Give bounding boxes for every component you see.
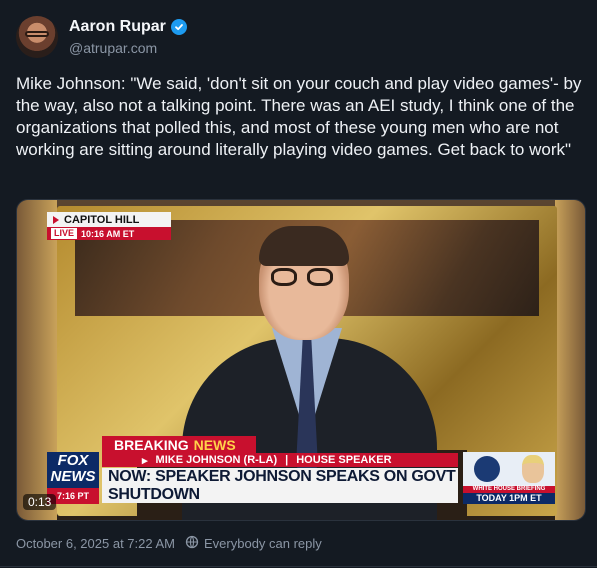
reply-setting-label: Everybody can reply — [204, 536, 322, 551]
breaking-news-label: NEWS — [193, 436, 236, 453]
post-date[interactable]: October 6, 2025 at 7:22 AM — [16, 536, 175, 551]
name-title-band: ▸ MIKE JOHNSON (R-LA) | HOUSE SPEAKER — [102, 453, 458, 467]
author-avatar[interactable] — [16, 16, 58, 58]
globe-icon — [185, 535, 199, 552]
promo-images — [463, 452, 555, 486]
post-text: Mike Johnson: "We said, 'don't sit on yo… — [16, 74, 587, 159]
play-triangle-icon: ▸ — [142, 454, 148, 467]
press-secretary-thumbnail — [522, 455, 544, 483]
promo-time: TODAY 1PM ET — [463, 493, 555, 504]
fox-logo-top: FOX — [57, 451, 89, 469]
location-label: CAPITOL HILL — [64, 213, 140, 226]
white-house-briefing-promo: WHITE HOUSE BRIEFING TODAY 1PM ET — [463, 452, 555, 504]
breaking-label: BREAKING — [114, 436, 189, 453]
chyron-headline: NOW: SPEAKER JOHNSON SPEAKS ON GOVT SHUT… — [102, 468, 458, 503]
speaker-glasses — [271, 268, 337, 286]
wall-decor-right — [555, 200, 585, 520]
play-triangle-icon — [53, 215, 59, 224]
promo-label: WHITE HOUSE BRIEFING — [463, 486, 555, 493]
band-divider: | — [285, 454, 289, 466]
author-handle[interactable]: @atrupar.com — [69, 40, 157, 56]
live-time: 10:16 AM ET — [81, 228, 135, 239]
reply-setting[interactable]: Everybody can reply — [185, 535, 322, 552]
live-bar: LIVE 10:16 AM ET — [47, 227, 171, 240]
white-house-seal-icon — [474, 456, 500, 482]
avatar-glasses-detail — [25, 31, 49, 37]
speaker-title-line: HOUSE SPEAKER — [296, 454, 392, 466]
video-duration: 0:13 — [23, 494, 57, 510]
verified-badge-icon — [170, 19, 187, 35]
live-badge: LIVE — [51, 228, 78, 239]
speaker-name-line: MIKE JOHNSON (R-LA) — [155, 454, 278, 466]
location-chyron: CAPITOL HILL LIVE 10:16 AM ET — [47, 212, 171, 240]
author-display-name[interactable]: Aaron Rupar — [69, 18, 166, 36]
post-meta: October 6, 2025 at 7:22 AM Everybody can… — [16, 535, 322, 552]
bottom-divider — [0, 566, 597, 567]
speaker-hair — [259, 226, 349, 266]
author-name-row: Aaron Rupar — [69, 18, 187, 36]
location-bar: CAPITOL HILL — [47, 212, 171, 227]
video-player[interactable]: CAPITOL HILL LIVE 10:16 AM ET BREAKING N… — [16, 199, 586, 521]
breaking-news-banner: BREAKING NEWS — [102, 436, 256, 453]
fox-logo-bottom: NEWS — [50, 467, 96, 485]
